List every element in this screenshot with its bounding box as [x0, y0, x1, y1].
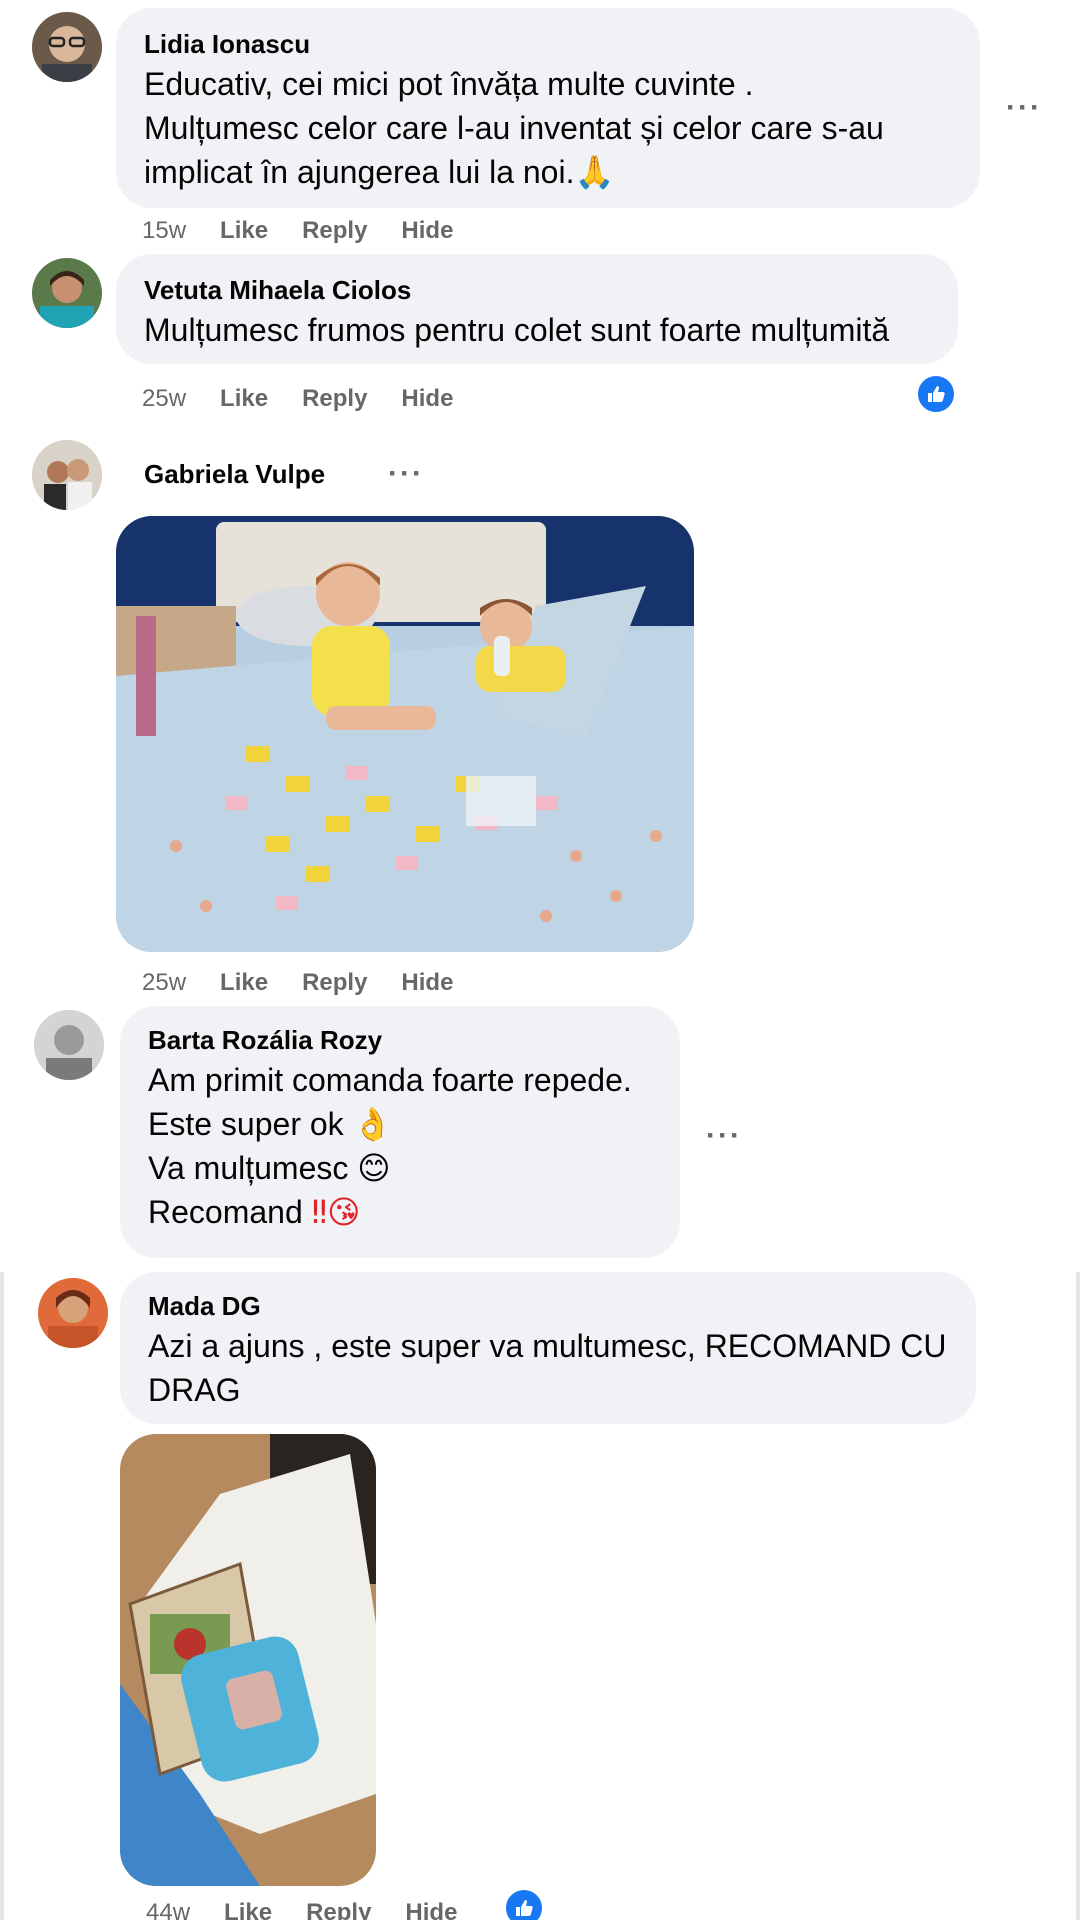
comment-line: Mulțumesc frumos pentru colet sunt foart…: [144, 312, 890, 348]
hide-button[interactable]: Hide: [401, 968, 453, 998]
avatar[interactable]: [32, 12, 102, 82]
comment-author[interactable]: Mada DG: [148, 1288, 948, 1324]
like-button[interactable]: Like: [220, 968, 268, 998]
hide-button[interactable]: Hide: [401, 384, 453, 414]
comment-bubble: Lidia Ionascu Educativ, cei mici pot înv…: [116, 8, 980, 208]
comment-line: Educativ, cei mici pot învăța multe cuvi…: [144, 66, 754, 102]
praying-hands-emoji: 🙏: [574, 153, 615, 191]
comment-author[interactable]: Gabriela Vulpe: [144, 456, 325, 492]
comment-photo-package[interactable]: [120, 1434, 376, 1886]
comment-line: Este super ok 👌: [148, 1105, 393, 1143]
hide-button[interactable]: Hide: [405, 1898, 457, 1920]
like-button[interactable]: Like: [220, 216, 268, 246]
comment-line: Mulțumesc celor care l-au inventat și ce…: [144, 110, 884, 146]
reply-button[interactable]: Reply: [302, 384, 367, 414]
avatar[interactable]: [34, 1010, 104, 1080]
reply-button[interactable]: Reply: [302, 216, 367, 246]
thumbs-up-icon[interactable]: [916, 374, 956, 414]
comment-line: Azi a ajuns , este super va multumesc, R…: [148, 1328, 947, 1364]
thumbs-up-icon[interactable]: [504, 1888, 544, 1920]
avatar[interactable]: [38, 1278, 108, 1348]
comment-timestamp[interactable]: 25w: [142, 384, 186, 414]
comment-actions: 44w Like Reply Hide: [146, 1898, 491, 1920]
like-button[interactable]: Like: [224, 1898, 272, 1920]
comment-author[interactable]: Lidia Ionascu: [144, 26, 952, 62]
more-options-icon[interactable]: ···: [388, 459, 424, 489]
comment-author[interactable]: Barta Rozália Rozy: [148, 1022, 652, 1058]
comment-line: Va mulțumesc 😊: [148, 1149, 391, 1187]
comment-timestamp[interactable]: 25w: [142, 968, 186, 998]
reply-button[interactable]: Reply: [302, 968, 367, 998]
comment-bubble: Vetuta Mihaela Ciolos Mulțumesc frumos p…: [116, 254, 958, 364]
smiling-face-emoji: 😊: [357, 1149, 391, 1187]
comment-bubble: Barta Rozália Rozy Am primit comanda foa…: [120, 1006, 680, 1258]
comment-line: Am primit comanda foarte repede.: [148, 1062, 632, 1098]
exclamation-kiss-emoji: ‼😘: [311, 1193, 361, 1231]
comment-line: DRAG: [148, 1372, 241, 1408]
comment-timestamp[interactable]: 44w: [146, 1898, 190, 1920]
comment-actions: 25w Like Reply Hide: [142, 384, 487, 414]
ok-hand-emoji: 👌: [352, 1105, 393, 1143]
comment-line: Recomand ‼😘: [148, 1193, 361, 1231]
more-options-icon[interactable]: ···: [1006, 93, 1042, 123]
divider: [0, 1272, 4, 1920]
comment-photo-children-on-bed[interactable]: [116, 516, 694, 952]
avatar[interactable]: [32, 440, 102, 510]
comment-timestamp[interactable]: 15w: [142, 216, 186, 246]
comment-bubble: Mada DG Azi a ajuns , este super va mult…: [120, 1272, 976, 1424]
comment-actions: 15w Like Reply Hide: [142, 216, 487, 246]
comment-line: implicat în ajungerea lui la noi.🙏: [144, 153, 615, 191]
hide-button[interactable]: Hide: [401, 216, 453, 246]
comment-author[interactable]: Vetuta Mihaela Ciolos: [144, 272, 930, 308]
like-button[interactable]: Like: [220, 384, 268, 414]
avatar[interactable]: [32, 258, 102, 328]
comment-actions: 25w Like Reply Hide: [142, 968, 487, 998]
more-options-icon[interactable]: ···: [706, 1121, 742, 1151]
reply-button[interactable]: Reply: [306, 1898, 371, 1920]
divider: [1076, 1272, 1080, 1920]
